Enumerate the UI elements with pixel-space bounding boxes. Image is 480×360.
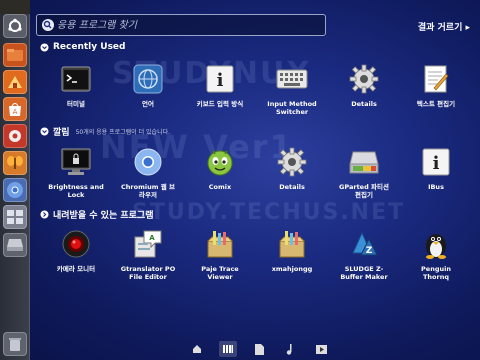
app-language[interactable]: 언어 — [116, 62, 180, 108]
app-label: 키보드 입력 방식 — [196, 100, 244, 108]
search-icon — [42, 19, 54, 31]
app-xmahjongg[interactable]: xmahjongg — [260, 227, 324, 273]
app-label: 텍스트 편집기 — [416, 100, 456, 108]
app-gtranslator[interactable]: A Gtranslator PO File Editor — [116, 227, 180, 281]
app-gparted[interactable]: GParted 파티션 편집기 — [332, 145, 396, 199]
app-label: Penguin Thornq — [421, 265, 451, 281]
section-recent-header[interactable]: Recently Used — [40, 42, 125, 52]
app-label: Input Method Switcher — [267, 100, 317, 116]
app-label: SLUDGE Z- Buffer Maker — [340, 265, 388, 281]
app-label: Details — [351, 100, 377, 108]
gear-icon — [349, 64, 379, 94]
app-input-method-switcher[interactable]: Input Method Switcher — [260, 62, 324, 116]
filter-results-button[interactable]: 결과 거르기 ▸ — [418, 20, 470, 33]
app-label: Chromium 웹 브 라우저 — [121, 183, 175, 199]
sludge-icon: Z — [352, 231, 378, 256]
app-label: xmahjongg — [271, 265, 313, 273]
launcher-chromium-icon[interactable] — [3, 178, 27, 202]
section-download-title: 내려받을 수 있는 프로그램 — [53, 211, 154, 221]
app-ibus[interactable]: i IBus — [404, 145, 468, 191]
monitor-lock-icon — [61, 148, 91, 175]
files-lens-button[interactable] — [250, 341, 268, 357]
home-lens-button[interactable] — [188, 341, 206, 357]
launcher-files-icon[interactable] — [3, 43, 27, 67]
comix-icon — [207, 150, 233, 176]
gtranslator-icon: A — [134, 230, 162, 258]
app-penguin-thornq[interactable]: Penguin Thornq — [404, 227, 468, 281]
search-input[interactable] — [57, 17, 317, 33]
app-label: Paje Trace Viewer — [201, 265, 239, 281]
launcher-topbar — [0, 0, 30, 14]
launcher-workspace-switcher-icon[interactable] — [3, 205, 27, 229]
gear-icon — [277, 147, 307, 177]
app-terminal[interactable]: 터미널 — [44, 62, 108, 108]
launcher-software-center-icon[interactable]: A — [3, 97, 27, 121]
app-label: Details — [279, 183, 305, 191]
text-editor-icon — [424, 65, 449, 93]
dash-screen: { "search": { "placeholder": "응용 프로그램 찾기… — [0, 0, 480, 360]
app-brightness-lock[interactable]: Brightness and Lock — [44, 145, 108, 199]
chevron-down-icon — [40, 43, 49, 51]
app-details[interactable]: Details — [332, 62, 396, 108]
lens-bar — [188, 340, 330, 358]
section-recent-title: Recently Used — [53, 42, 126, 52]
ubuntu-dash-button[interactable] — [3, 14, 27, 38]
applications-lens-button[interactable] — [219, 341, 237, 357]
app-label: Comix — [208, 183, 232, 191]
files-lens-icon — [254, 343, 264, 355]
launcher-trash-icon[interactable] — [3, 332, 27, 356]
chevron-down-icon — [40, 127, 49, 136]
app-keyboard-input[interactable]: i 키보드 입력 방식 — [188, 62, 252, 108]
paje-icon — [207, 231, 233, 258]
app-label: Gtranslator PO File Editor — [120, 265, 176, 281]
home-lens-icon — [193, 345, 201, 353]
app-details-2[interactable]: Details — [260, 145, 324, 191]
launcher-settings-icon[interactable] — [3, 124, 27, 148]
camera-monitor-icon — [62, 230, 90, 258]
launcher: A — [0, 0, 30, 360]
app-camera-monitor[interactable]: 카메라 모니터 — [44, 227, 108, 273]
section-installed-title: 깔림 — [53, 128, 70, 138]
section-installed-header[interactable]: 깔림 50개의 응용 프로그램이 더 있습니다. — [40, 125, 170, 138]
search-bar[interactable] — [36, 14, 326, 36]
music-lens-icon — [286, 343, 291, 355]
svg-text:i: i — [433, 153, 440, 174]
app-label: IBus — [428, 183, 444, 191]
chromium-icon — [134, 148, 162, 176]
app-label: Brightness and Lock — [48, 183, 104, 199]
app-label: 카메라 모니터 — [56, 265, 96, 273]
app-label: GParted 파티션 편집기 — [339, 183, 389, 199]
xmahjongg-icon — [279, 231, 305, 258]
keyboard-icon — [276, 69, 308, 89]
launcher-browser-icon[interactable] — [3, 70, 27, 94]
chevron-right-icon — [40, 210, 49, 219]
app-comix[interactable]: Comix — [188, 145, 252, 191]
video-lens-icon — [315, 344, 327, 354]
penguin-icon — [426, 234, 446, 259]
info-icon: i — [422, 148, 450, 176]
launcher-drive-icon[interactable] — [3, 233, 27, 257]
ubuntu-logo-icon — [8, 18, 22, 32]
launcher-butterfly-icon[interactable] — [3, 151, 27, 175]
info-icon: i — [206, 65, 234, 93]
svg-text:i: i — [217, 70, 224, 91]
app-label: 언어 — [142, 100, 154, 108]
gparted-icon — [349, 151, 379, 174]
music-lens-button[interactable] — [281, 341, 299, 357]
app-chromium[interactable]: Chromium 웹 브 라우저 — [116, 145, 180, 199]
app-label: 터미널 — [67, 100, 85, 108]
terminal-icon — [61, 66, 91, 92]
svg-text:Z: Z — [366, 246, 373, 256]
section-installed-more[interactable]: 50개의 응용 프로그램이 더 있습니다. — [76, 127, 170, 136]
applications-lens-icon — [223, 345, 233, 353]
language-icon — [133, 64, 163, 94]
app-text-editor[interactable]: 텍스트 편집기 — [404, 62, 468, 108]
video-lens-button[interactable] — [312, 341, 330, 357]
watermark-line3: STUDY.TECHUS.NET — [132, 200, 406, 225]
section-download-header[interactable]: 내려받을 수 있는 프로그램 — [40, 208, 153, 221]
app-paje-trace[interactable]: Paje Trace Viewer — [188, 227, 252, 281]
app-sludge[interactable]: Z SLUDGE Z- Buffer Maker — [332, 227, 396, 281]
svg-text:A: A — [13, 108, 18, 116]
svg-text:A: A — [149, 234, 155, 242]
